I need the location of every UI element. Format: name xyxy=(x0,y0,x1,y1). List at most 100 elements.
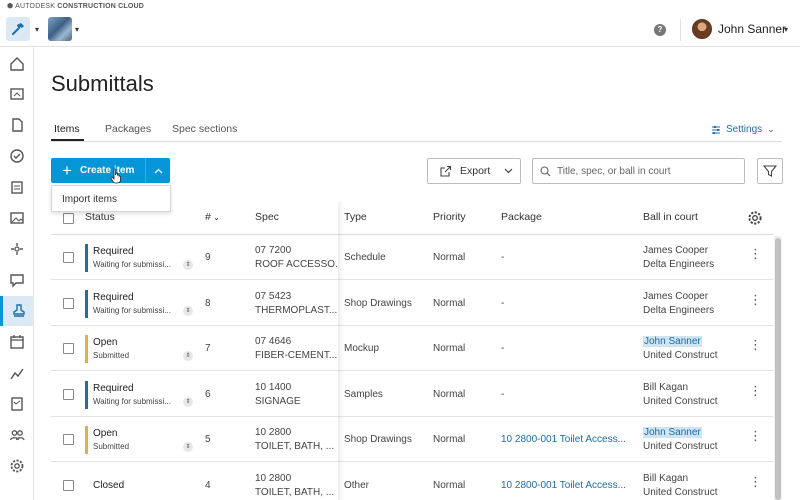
page-title: Submittals xyxy=(51,71,154,96)
rail-item-issues[interactable] xyxy=(0,141,34,171)
priority-cell: Normal xyxy=(433,343,466,354)
priority-cell: Normal xyxy=(433,388,466,400)
spec-name: TOILET, BATH, ... xyxy=(255,441,335,452)
row-checkbox[interactable] xyxy=(63,297,74,309)
spec-code: 07 4646 xyxy=(255,336,292,347)
row-checkbox[interactable] xyxy=(63,343,74,354)
status-indicator xyxy=(85,244,88,272)
item-number: 9 xyxy=(205,252,211,263)
tab-packages[interactable]: Packages xyxy=(105,123,151,135)
row-menu-icon[interactable]: ⋮ xyxy=(749,247,762,260)
status-indicator xyxy=(85,380,88,409)
row-menu-icon[interactable]: ⋮ xyxy=(749,429,762,442)
chevron-down-icon[interactable]: ▾ xyxy=(784,25,788,34)
create-item-button[interactable]: + Create item xyxy=(51,158,145,183)
row-checkbox[interactable] xyxy=(63,252,74,263)
select-all-checkbox[interactable] xyxy=(63,213,74,224)
ball-in-court-name: John Sanner xyxy=(643,427,723,438)
rail-item-forms[interactable] xyxy=(0,172,34,202)
help-icon[interactable]: ? xyxy=(654,24,666,36)
rail-item-submittals[interactable] xyxy=(0,296,34,326)
package-cell[interactable]: 10 2800-001 Toilet Access... xyxy=(501,434,633,445)
files-icon xyxy=(12,118,23,132)
column-header-priority[interactable]: Priority xyxy=(433,211,466,223)
ball-in-court-name: Bill Kagan xyxy=(643,473,723,484)
table-row[interactable]: Closed 4 10 2800 TOILET, BATH, ... Other Norm… xyxy=(51,463,773,500)
row-checkbox[interactable] xyxy=(63,388,74,400)
ball-in-court-company: United Construct xyxy=(643,441,718,452)
spec-name: ROOF ACCESSO... xyxy=(255,259,337,270)
table-row[interactable]: Required Waiting for submissi... ⇕ 9 07 7200… xyxy=(51,235,773,280)
package-cell: - xyxy=(501,388,505,400)
type-cell: Other xyxy=(344,479,370,491)
rail-item-files[interactable] xyxy=(0,110,34,140)
row-menu-icon[interactable]: ⋮ xyxy=(749,293,762,306)
status-stepper-icon[interactable]: ⇕ xyxy=(183,351,193,361)
rail-item-reports[interactable] xyxy=(0,358,34,388)
divider xyxy=(680,19,681,41)
gear-icon[interactable] xyxy=(747,210,763,226)
rail-item-schedule[interactable] xyxy=(0,327,34,357)
table-scrollbar-thumb[interactable] xyxy=(775,238,781,500)
ball-in-court-company: United Construct xyxy=(643,395,718,407)
status-stepper-icon[interactable]: ⇕ xyxy=(183,396,193,407)
top-bar: ▾ ▾ ? John Sanner ▾ xyxy=(0,13,800,47)
tab-spec-sections[interactable]: Spec sections xyxy=(172,123,237,135)
project-thumbnail[interactable] xyxy=(48,17,72,41)
rail-item-photos[interactable] xyxy=(0,203,34,233)
chevron-down-icon[interactable]: ▾ xyxy=(35,25,39,34)
row-checkbox[interactable] xyxy=(63,434,74,445)
ball-in-court-user: James Cooper xyxy=(643,245,709,256)
table-row[interactable]: Open Submitted ⇕ 5 10 2800 TOILET, BATH, ... S… xyxy=(51,417,773,462)
avatar[interactable] xyxy=(692,19,712,39)
row-menu-icon[interactable]: ⋮ xyxy=(749,475,762,488)
rail-item-settings[interactable] xyxy=(0,451,34,481)
rail-item-sheets[interactable] xyxy=(0,79,34,109)
rail-item-assets[interactable] xyxy=(0,234,34,264)
ball-in-court-company: United Construct xyxy=(643,486,718,498)
column-header-ball-in-court[interactable]: Ball in court xyxy=(643,211,698,223)
table-row[interactable]: Required Waiting for submissi... ⇕ 6 10 1400… xyxy=(51,372,773,417)
status-stepper-icon[interactable]: ⇕ xyxy=(183,260,193,270)
table-row[interactable]: Required Waiting for submissi... ⇕ 8 07 5423… xyxy=(51,281,773,326)
spec-code: 10 2800 xyxy=(255,472,292,484)
column-header-status[interactable]: Status xyxy=(85,211,115,223)
column-header-package[interactable]: Package xyxy=(501,211,542,223)
spec-code: 07 7200 xyxy=(255,245,292,256)
row-checkbox[interactable] xyxy=(63,479,74,491)
column-header-spec[interactable]: Spec xyxy=(255,211,279,223)
item-number: 4 xyxy=(205,479,211,491)
export-button[interactable]: Export xyxy=(427,158,521,184)
status-indicator xyxy=(85,426,88,454)
create-options-button[interactable] xyxy=(145,158,170,183)
export-icon xyxy=(440,165,452,177)
status-stepper-icon[interactable]: ⇕ xyxy=(183,442,193,452)
brand-bar: ⬢ AUTODESK CONSTRUCTION CLOUD xyxy=(0,0,800,13)
rail-item-home[interactable] xyxy=(0,49,34,79)
search-input[interactable]: Title, spec, or ball in court xyxy=(532,158,745,184)
column-header-number[interactable]: # ⌄ xyxy=(205,211,220,223)
app-switcher-button[interactable] xyxy=(6,17,30,41)
settings-button[interactable]: Settings ⌄ xyxy=(711,124,775,135)
package-cell[interactable]: 10 2800-001 Toilet Access... xyxy=(501,480,633,491)
rail-item-meetings[interactable] xyxy=(0,389,34,419)
left-rail xyxy=(0,47,34,500)
import-items-menu-item[interactable]: Import items xyxy=(62,194,117,205)
substatus-label: Waiting for submissi... xyxy=(93,396,171,406)
rail-item-members[interactable] xyxy=(0,420,34,450)
row-menu-icon[interactable]: ⋮ xyxy=(749,384,762,397)
rail-item-rfis[interactable] xyxy=(0,265,34,295)
status-stepper-icon[interactable]: ⇕ xyxy=(183,305,193,316)
tab-items[interactable]: Items xyxy=(54,123,80,135)
table-row[interactable]: Open Submitted ⇕ 7 07 4646 FIBER-CEMENT... Moc… xyxy=(51,326,773,371)
column-header-type[interactable]: Type xyxy=(344,211,367,223)
ball-in-court-name: James Cooper xyxy=(643,291,723,302)
row-menu-icon[interactable]: ⋮ xyxy=(749,338,762,351)
chevron-down-icon[interactable]: ▾ xyxy=(75,25,79,34)
type-cell: Samples xyxy=(344,388,383,400)
chevron-down-icon xyxy=(504,168,513,174)
user-name[interactable]: John Sanner xyxy=(718,22,786,36)
sliders-icon xyxy=(712,125,720,134)
filter-button[interactable] xyxy=(757,158,783,184)
chevron-up-icon xyxy=(154,168,162,173)
